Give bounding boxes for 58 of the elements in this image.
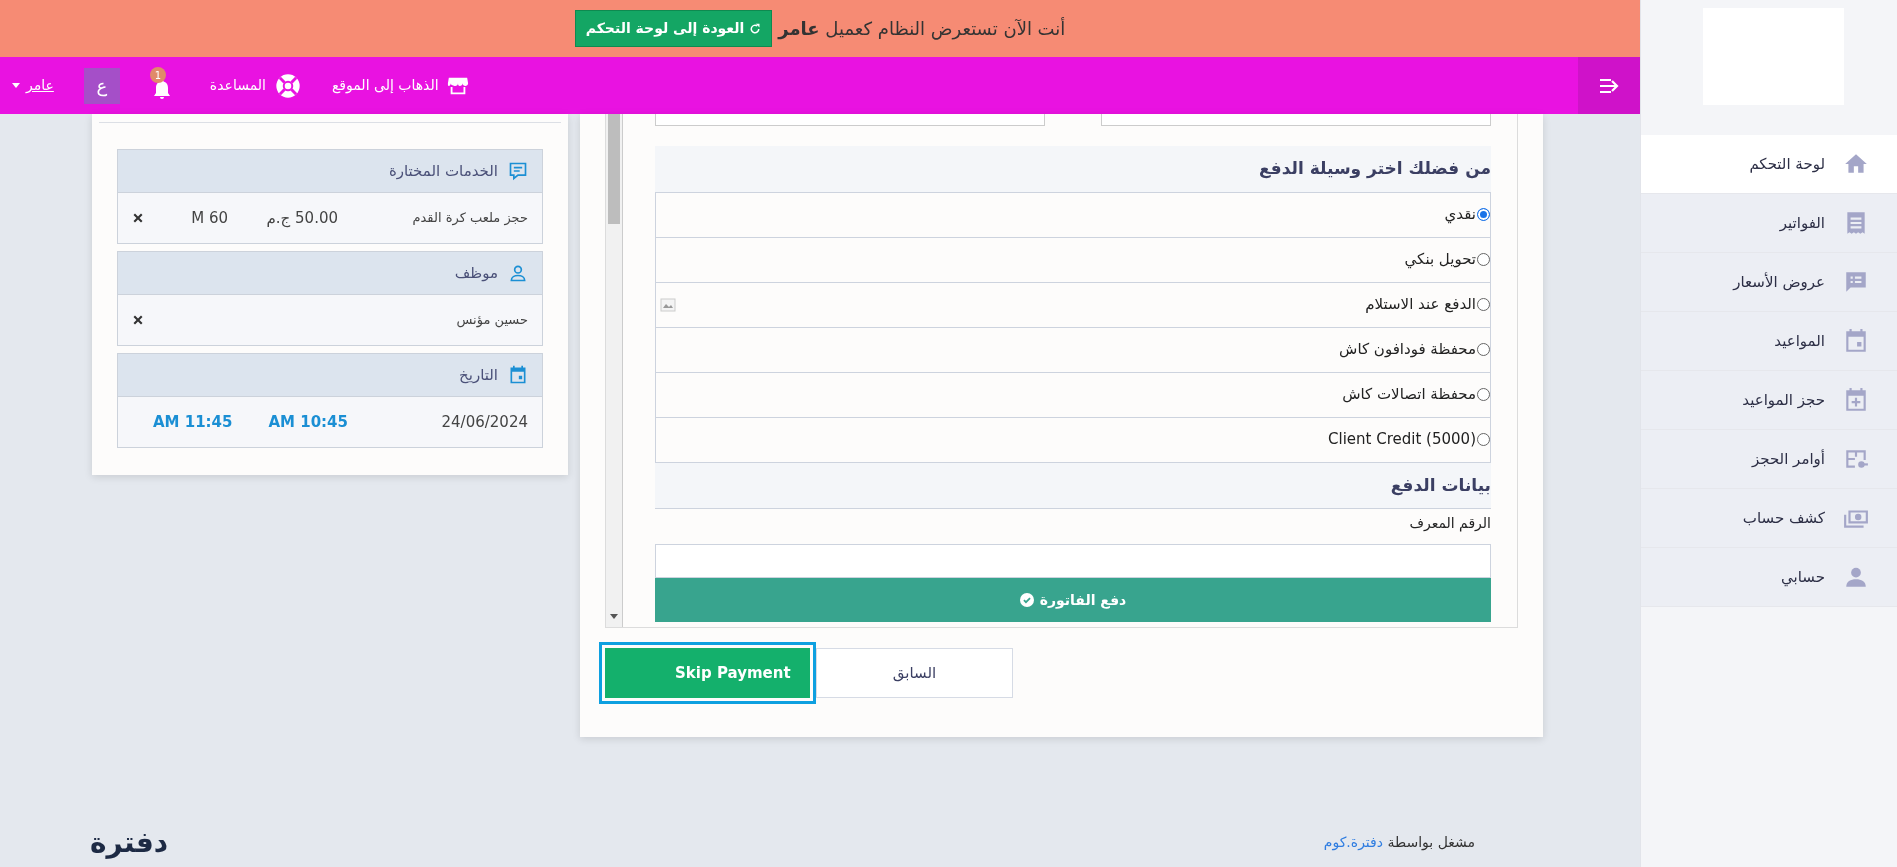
sidebar-item[interactable]: حجز المواعيد — [1641, 371, 1897, 430]
panel-title: التاريخ — [459, 364, 498, 386]
sidebar-item[interactable]: المواعيد — [1641, 312, 1897, 371]
sidebar-item[interactable]: الفواتير — [1641, 194, 1897, 253]
service-duration: M 60 — [191, 207, 228, 229]
payment-option[interactable]: محفظة اتصالات كاش — [1342, 383, 1490, 406]
sidebar-item[interactable]: كشف حساب — [1641, 489, 1897, 548]
scrollbar[interactable] — [606, 114, 623, 627]
panel-title: الخدمات المختارة — [388, 160, 498, 182]
radio-button[interactable] — [1477, 433, 1490, 446]
refresh-icon — [749, 23, 762, 35]
sidebar-item[interactable]: أوامر الحجز — [1641, 430, 1897, 489]
service-price: 50.00 ج.م — [265, 207, 338, 230]
payment-option[interactable]: محفظة فودافون كاش — [1339, 338, 1490, 361]
input-field[interactable] — [655, 114, 1045, 126]
previous-button[interactable]: السابق — [816, 648, 1013, 698]
radio-button[interactable] — [1477, 298, 1490, 311]
remove-icon[interactable] — [132, 314, 144, 326]
sidebar-item[interactable]: لوحة التحكم — [1641, 135, 1897, 194]
section-heading: بيانات الدفع — [655, 462, 1491, 509]
radio-button[interactable] — [1477, 208, 1490, 221]
radio-button[interactable] — [1477, 388, 1490, 401]
staff-name: حسين مؤنس — [456, 311, 528, 330]
caret-icon — [12, 83, 20, 88]
payment-option[interactable]: تحويل بنكي — [1404, 248, 1490, 271]
field-label: الرقم المعرف — [1408, 514, 1491, 534]
notification-count: 1 — [149, 67, 166, 84]
service-name: حجز ملعب كرة القدم — [411, 209, 528, 228]
panel-title: موظف — [454, 262, 498, 284]
radio-button[interactable] — [1477, 343, 1490, 356]
payment-option[interactable]: الدفع عند الاستلام — [1365, 293, 1490, 316]
input-field[interactable] — [655, 544, 1491, 578]
impersonation-message: أنت الآن تستعرض النظام كعميل عامر — [778, 16, 1066, 42]
payment-option[interactable]: نقدي — [1444, 203, 1490, 226]
brand-logo: دفترة — [90, 829, 169, 857]
remove-icon[interactable] — [132, 212, 144, 224]
nav-link[interactable]: المساعدة — [209, 71, 302, 100]
sidebar-item[interactable]: عروض الأسعار — [1641, 253, 1897, 312]
sidebar-toggle-button[interactable] — [1578, 57, 1640, 114]
lifebuoy-icon — [273, 71, 302, 100]
nav-link[interactable]: الذهاب إلى الموقع — [331, 74, 469, 97]
user-avatar[interactable]: ع — [83, 67, 120, 104]
section-heading: من فضلك اختر وسيلة الدفع — [655, 146, 1491, 193]
input-field[interactable] — [1101, 114, 1491, 126]
calendar-icon — [1843, 328, 1869, 354]
calendar-plus-icon — [1843, 387, 1869, 413]
powered-by-text: مشغل بواسطة دفترة.كوم — [1323, 832, 1475, 853]
end-time: AM 11:45 — [152, 411, 233, 433]
start-time: AM 10:45 — [268, 411, 348, 433]
radio-button[interactable] — [1477, 253, 1490, 266]
check-circle-icon — [1019, 593, 1034, 607]
sidebar-item[interactable]: حسابي — [1641, 548, 1897, 607]
calendar-icon — [508, 365, 528, 385]
user-icon — [508, 263, 528, 283]
booking-date: 24/06/2024 — [440, 411, 528, 433]
payment-option[interactable]: Client Credit (5000) — [1328, 428, 1490, 451]
comment-icon — [508, 161, 528, 181]
user-menu[interactable]: عامر — [12, 75, 54, 96]
